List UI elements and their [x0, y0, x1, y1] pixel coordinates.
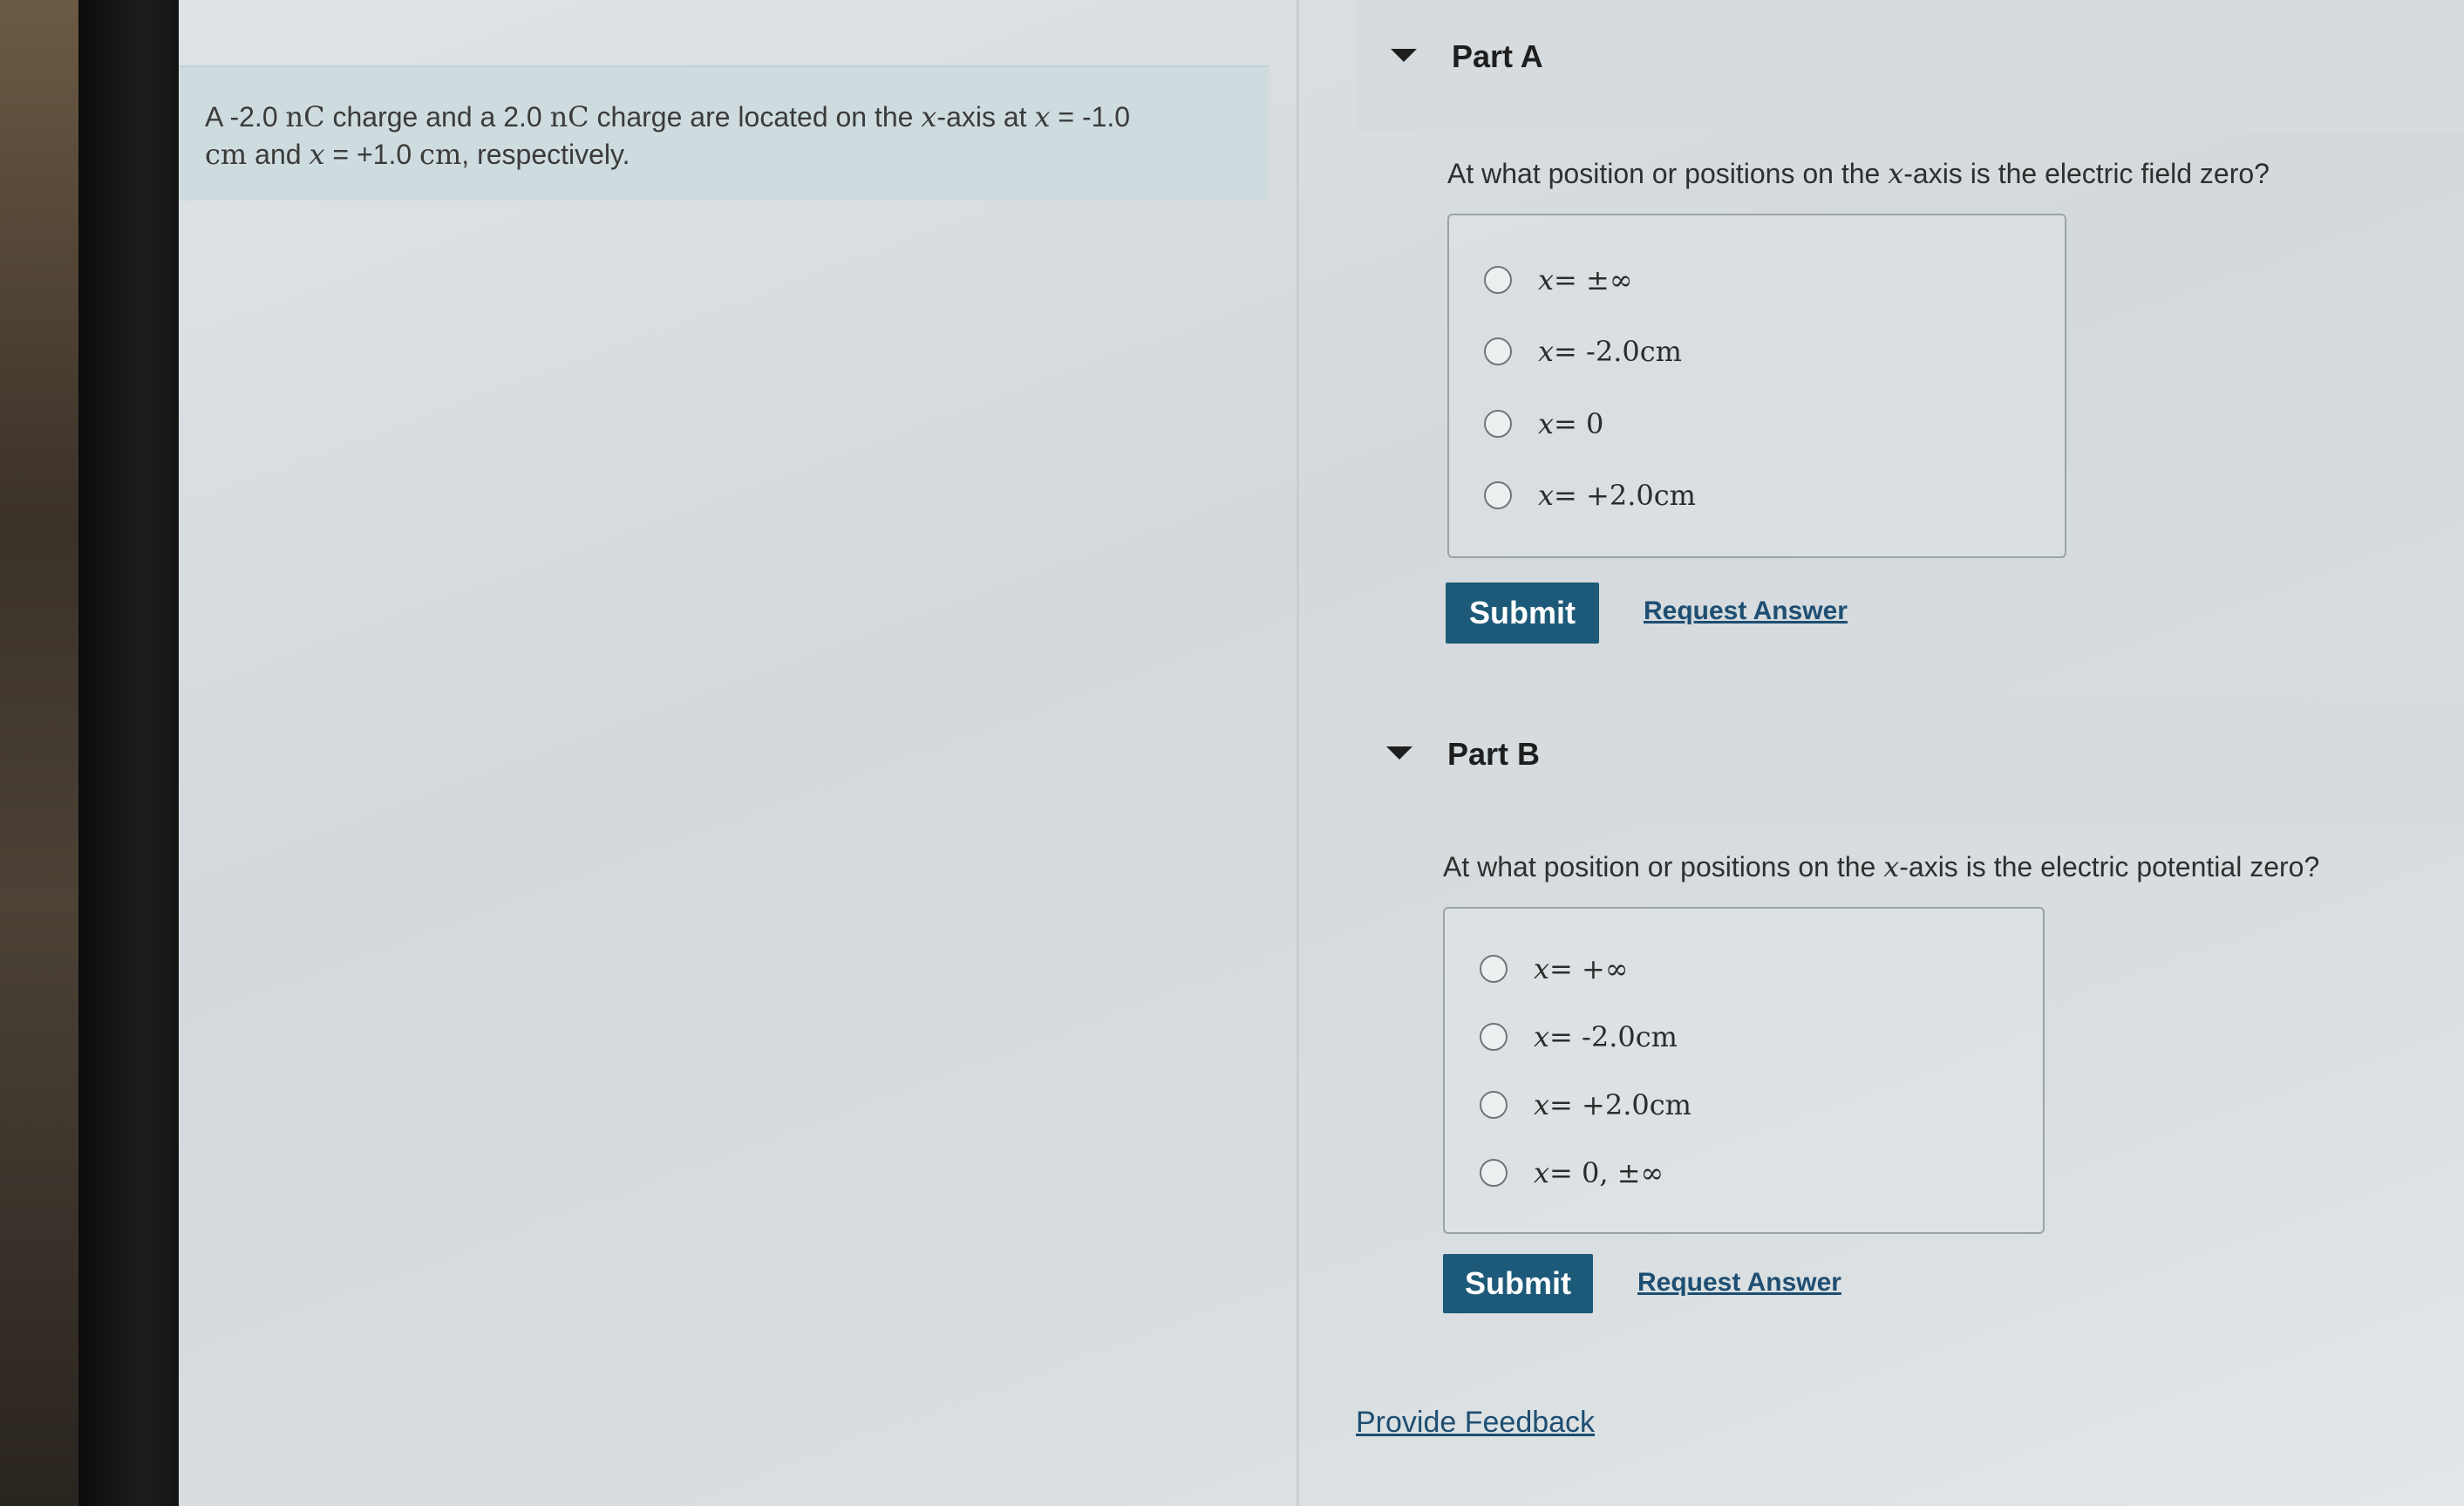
choice-value: = 0, ±∞ — [1549, 1156, 1664, 1189]
question-text: -axis is the electric field zero? — [1903, 158, 2270, 189]
choice-option[interactable]: x = ±∞ — [1484, 263, 1633, 296]
choice-option[interactable]: x = +∞ — [1480, 952, 1629, 985]
unit-text: nC — [549, 100, 589, 133]
math-variable: x — [1538, 479, 1555, 512]
problem-text: = -1.0 — [1050, 101, 1131, 133]
part-a-submit-button[interactable]: Submit — [1446, 583, 1599, 644]
math-variable: x — [1034, 100, 1051, 133]
math-variable: x — [309, 138, 325, 171]
math-variable: x — [1538, 407, 1555, 440]
math-variable: x — [1538, 335, 1555, 368]
radio-button-icon[interactable] — [1484, 337, 1512, 365]
math-variable: x — [1534, 1156, 1550, 1189]
math-variable: x — [1888, 157, 1904, 190]
math-variable: x — [1538, 263, 1555, 296]
unit-text: nC — [285, 100, 325, 133]
part-b-submit-button[interactable]: Submit — [1443, 1254, 1593, 1313]
unit-text: cm — [1653, 479, 1696, 512]
math-variable: x — [1534, 952, 1550, 985]
choice-value: = ±∞ — [1554, 263, 1633, 296]
choice-option[interactable]: x = +2.0 cm — [1484, 479, 1696, 512]
unit-text: cm — [1639, 335, 1682, 368]
part-b-title: Part B — [1447, 736, 1541, 772]
problem-text: , respectively. — [461, 139, 630, 170]
choice-value: = +2.0 — [1554, 479, 1654, 512]
problem-text: A -2.0 — [205, 101, 286, 133]
math-variable: x — [1534, 1088, 1550, 1121]
question-text: -axis is the electric potential zero? — [1899, 851, 2320, 882]
part-a-title: Part A — [1452, 38, 1543, 74]
problem-text: and — [247, 139, 310, 170]
problem-text: charge are located on the — [589, 101, 922, 133]
part-a-question: At what position or positions on the x-a… — [1447, 157, 2270, 190]
monitor-bezel — [78, 0, 187, 1506]
provide-feedback-link[interactable]: Provide Feedback — [1356, 1406, 1595, 1440]
part-b-choices: x = +∞ x = -2.0 cm x = +2.0 cm x = 0, ±∞ — [1443, 907, 2045, 1234]
problem-text: = +1.0 — [324, 139, 420, 170]
question-text: At what position or positions on the — [1447, 158, 1889, 189]
radio-button-icon[interactable] — [1480, 1091, 1508, 1119]
choice-value: = 0 — [1554, 407, 1604, 440]
radio-button-icon[interactable] — [1484, 481, 1512, 509]
panel-divider — [1297, 0, 1299, 1506]
part-a-header[interactable]: Part A — [1356, 0, 2464, 131]
unit-text: cm — [419, 138, 462, 171]
caret-down-icon[interactable] — [1391, 49, 1417, 62]
problem-text: charge and a 2.0 — [324, 101, 550, 133]
unit-text: cm — [1649, 1088, 1691, 1121]
radio-button-icon[interactable] — [1484, 410, 1512, 438]
part-b-request-answer-link[interactable]: Request Answer — [1637, 1268, 1841, 1298]
problem-statement: A -2.0 nC charge and a 2.0 nC charge are… — [179, 65, 1269, 201]
choice-value: = +∞ — [1549, 952, 1629, 985]
caret-down-icon[interactable] — [1386, 746, 1412, 760]
choice-value: = -2.0 — [1554, 335, 1640, 368]
choice-value: = -2.0 — [1549, 1020, 1636, 1053]
part-a-choices: x = ±∞ x = -2.0 cm x = 0 x = +2.0 cm — [1447, 214, 2066, 558]
unit-text: cm — [1635, 1020, 1678, 1053]
math-variable: x — [1534, 1020, 1550, 1053]
radio-button-icon[interactable] — [1484, 266, 1512, 294]
math-variable: x — [1883, 850, 1900, 883]
unit-text: cm — [205, 138, 248, 171]
choice-option[interactable]: x = -2.0 cm — [1484, 335, 1682, 368]
part-b-header[interactable]: Part B — [1356, 698, 2464, 825]
question-text: At what position or positions on the — [1443, 851, 1884, 882]
choice-value: = +2.0 — [1549, 1088, 1650, 1121]
choice-option[interactable]: x = 0 — [1484, 407, 1603, 440]
radio-button-icon[interactable] — [1480, 955, 1508, 983]
choice-option[interactable]: x = -2.0 cm — [1480, 1020, 1678, 1053]
choice-option[interactable]: x = 0, ±∞ — [1480, 1156, 1664, 1189]
radio-button-icon[interactable] — [1480, 1023, 1508, 1051]
part-a-request-answer-link[interactable]: Request Answer — [1644, 596, 1848, 626]
screen: A -2.0 nC charge and a 2.0 nC charge are… — [179, 0, 2464, 1506]
radio-button-icon[interactable] — [1480, 1159, 1508, 1187]
part-b-question: At what position or positions on the x-a… — [1443, 850, 2319, 883]
choice-option[interactable]: x = +2.0 cm — [1480, 1088, 1691, 1121]
math-variable: x — [921, 100, 937, 133]
problem-text: -axis at — [936, 101, 1035, 133]
